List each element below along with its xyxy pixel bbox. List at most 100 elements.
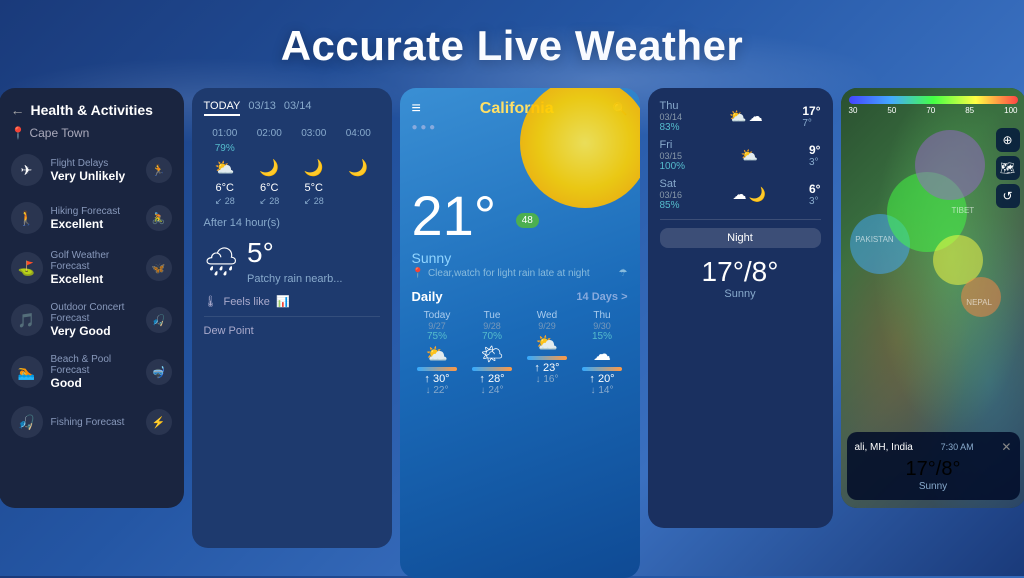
map-refresh-icon[interactable]: ↺ <box>996 184 1020 208</box>
hiking-value: Excellent <box>51 217 138 231</box>
wind-4 <box>337 196 380 207</box>
hiking-text: Hiking Forecast Excellent <box>51 206 138 231</box>
icon-1: ⛅ <box>204 158 247 178</box>
days-link[interactable]: 14 Days > <box>576 291 627 303</box>
sat-icons: ☁ 🌙 <box>733 186 766 203</box>
map-controls: ⊕ 🗺 ↺ <box>996 128 1020 208</box>
after-hours-label: After 14 hour(s) <box>204 217 380 229</box>
sat-temps: 6° 3° <box>809 182 820 207</box>
butterfly-icon: 🦋 <box>146 255 172 281</box>
fri-icons: ⛅ <box>741 147 758 164</box>
dive-icon: 🤿 <box>146 359 172 385</box>
patchy-section: 🌧 5° Patchy rain nearb... <box>204 237 380 285</box>
tab-today[interactable]: TODAY <box>204 100 241 116</box>
percent-4 <box>337 143 380 154</box>
night-temp: 17°/8° <box>660 256 821 288</box>
california-card: ≡ California 🔍 ● ● ● 21° 48 Sunny 📍 Clea… <box>400 88 640 578</box>
daily-header: Daily 14 Days > <box>412 289 628 304</box>
back-icon[interactable]: ← <box>11 102 25 118</box>
location-pin-icon: 📍 <box>11 126 26 140</box>
activity-hiking: 🚶 Hiking Forecast Excellent 🚴 <box>11 202 172 234</box>
day-columns: Today 9/27 75% ⛅ ↑ 30° ↓ 22° Tue 9/28 70… <box>412 310 628 396</box>
temp-bar-2 <box>527 356 568 360</box>
hike-icon: 🚶 <box>11 202 43 234</box>
bike-icon: 🚴 <box>146 205 172 231</box>
fishing-icon: 🎣 <box>11 406 43 438</box>
run-icon: 🏃 <box>146 157 172 183</box>
aqi-badge: 48 <box>516 213 539 228</box>
week-fri-row: Fri 03/15 100% ⛅ 9° 3° <box>660 139 821 172</box>
day-thu: Thu 9/30 15% ☁ ↑ 20° ↓ 14° <box>577 310 628 396</box>
patchy-weather-icon: 🌧 <box>204 245 240 278</box>
overlay-time: 7:30 AM <box>941 442 974 452</box>
temp-bar-3 <box>582 367 623 371</box>
location-row: 📍 Cape Town <box>11 126 172 140</box>
golf-label: Golf Weather Forecast <box>51 250 138 272</box>
map-layers-icon[interactable]: 🗺 <box>996 156 1020 180</box>
activity-golf: ⛳ Golf Weather Forecast Excellent 🦋 <box>11 250 172 286</box>
concert-value: Very Good <box>51 324 138 338</box>
concert-icon: 🎵 <box>11 304 43 336</box>
overlay-city: ali, MH, India <box>855 442 913 453</box>
temp-bar-0 <box>417 367 458 371</box>
flight-value: Very Unlikely <box>51 169 138 183</box>
icon-4: 🌙 <box>337 158 380 178</box>
flight-label: Flight Delays <box>51 158 138 169</box>
map-overlay: ali, MH, India 7:30 AM ✕ 17°/8° Sunny <box>847 432 1020 500</box>
icon-3: 🌙 <box>293 158 336 178</box>
activity-beach: 🏊 Beach & Pool Forecast Good 🤿 <box>11 354 172 390</box>
map-color-labels: 30 50 70 85 100 <box>849 106 1018 115</box>
week-thu-row: Thu 03/14 83% ⛅ ☁ 17° 7° <box>660 100 821 133</box>
patchy-temp: 5° <box>247 237 342 269</box>
condition-label: Sunny <box>412 250 628 266</box>
fish-icon: 🎣 <box>146 307 172 333</box>
beach-label: Beach & Pool Forecast <box>51 354 138 376</box>
overlay-header: ali, MH, India 7:30 AM ✕ <box>855 440 1012 454</box>
hour-columns: 01:00 02:00 03:00 04:00 79% ⛅ 🌙 🌙 🌙 6°C … <box>204 126 380 207</box>
tab-0313[interactable]: 03/13 <box>248 100 276 116</box>
card-header: ← Health & Activities <box>11 102 172 118</box>
umbrella-icon: ☂ <box>619 268 628 279</box>
wind-3: ↙ 28 <box>293 196 336 207</box>
overlay-temp: 17°/8° <box>855 458 1012 481</box>
location-dots: ● ● ● <box>412 122 436 133</box>
thu-icon-2: ☁ <box>749 108 763 125</box>
feels-label: Feels like <box>223 296 269 308</box>
temp-2: 6°C <box>248 182 291 194</box>
overlay-condition: Sunny <box>855 481 1012 492</box>
golf-icon: ⛳ <box>11 252 43 284</box>
activity-flight: ✈ Flight Delays Very Unlikely 🏃 <box>11 154 172 186</box>
map-color-bar <box>849 96 1018 104</box>
hourly-card: TODAY 03/13 03/14 01:00 02:00 03:00 04:0… <box>192 88 392 548</box>
close-icon[interactable]: ✕ <box>1001 440 1011 454</box>
sat-icon-2: 🌙 <box>749 186 766 203</box>
cards-row: ← Health & Activities 📍 Cape Town ✈ Flig… <box>0 88 1024 578</box>
thermometer-icon: 🌡 <box>204 295 218 308</box>
temp-4 <box>337 182 380 194</box>
day-wed: Wed 9/29 ⛅ ↑ 23° ↓ 16° <box>522 310 573 396</box>
dew-label: Dew Point <box>204 325 254 337</box>
beach-icon: 🏊 <box>11 356 43 388</box>
beach-text: Beach & Pool Forecast Good <box>51 354 138 390</box>
fishing-label: Fishing Forecast <box>51 417 138 428</box>
fishing-text: Fishing Forecast <box>51 417 138 428</box>
menu-icon[interactable]: ≡ <box>412 100 421 118</box>
night-condition: Sunny <box>660 288 821 300</box>
concert-text: Outdoor Concert Forecast Very Good <box>51 302 138 338</box>
percent-3 <box>293 143 336 154</box>
hour-1: 01:00 <box>204 126 247 141</box>
thu-temps: 17° 7° <box>802 104 820 129</box>
wind-1: ↙ 28 <box>204 196 247 207</box>
map-card: 30 50 70 85 100 PAKISTAN TIBET NEPAL ⊕ 🗺… <box>841 88 1024 508</box>
tab-0314[interactable]: 03/14 <box>284 100 312 116</box>
concert-label: Outdoor Concert Forecast <box>51 302 138 324</box>
feels-like-row: 🌡 Feels like 📊 <box>204 295 380 308</box>
map-zoom-icon[interactable]: ⊕ <box>996 128 1020 152</box>
icon-2: 🌙 <box>248 158 291 178</box>
fri-icon-1: ⛅ <box>741 147 758 164</box>
health-card-title: Health & Activities <box>31 102 153 118</box>
percent-2 <box>248 143 291 154</box>
hour-3: 03:00 <box>293 126 336 141</box>
week-sat-row: Sat 03/16 85% ☁ 🌙 6° 3° <box>660 178 821 211</box>
activity-fishing: 🎣 Fishing Forecast ⚡ <box>11 406 172 438</box>
